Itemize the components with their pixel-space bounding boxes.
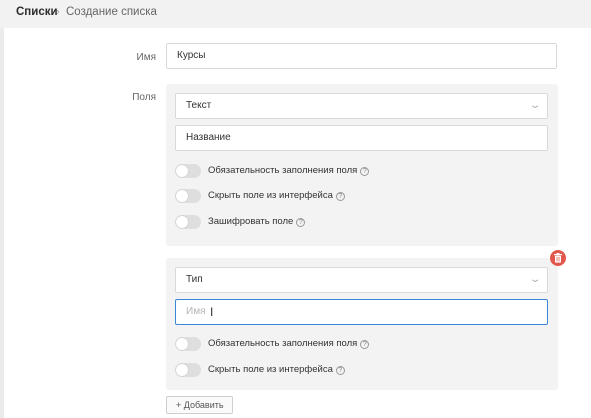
field-2-type-select[interactable]: Тип ⌄ xyxy=(175,267,548,293)
trash-icon xyxy=(554,253,562,263)
field-1-encrypt-text: Зашифровать поле xyxy=(208,216,294,227)
chevron-down-icon: ⌄ xyxy=(528,100,542,111)
breadcrumb-separator: › xyxy=(56,6,60,18)
toggle-knob xyxy=(176,190,188,202)
delete-field-button[interactable] xyxy=(550,250,566,266)
field-2-required-text: Обязательность заполнения поля xyxy=(208,338,358,349)
field-1-hide-toggle[interactable] xyxy=(175,189,201,203)
chevron-down-icon: ⌄ xyxy=(528,274,542,285)
help-icon[interactable]: ? xyxy=(296,218,306,227)
field-2-name-input[interactable]: Имя I xyxy=(175,299,548,325)
breadcrumb-lists-link[interactable]: Списки xyxy=(16,6,58,18)
toggle-knob xyxy=(176,165,188,177)
field-1-required-text: Обязательность заполнения поля xyxy=(208,165,358,176)
help-icon[interactable]: ? xyxy=(335,366,345,375)
toggle-knob xyxy=(176,338,188,350)
field-1-hide-label: Скрыть поле из интерфейса? xyxy=(208,189,345,203)
field-2-hide-text: Скрыть поле из интерфейса xyxy=(208,364,333,375)
field-1-required-label: Обязательность заполнения поля? xyxy=(208,164,370,178)
field-1-encrypt-toggle[interactable] xyxy=(175,215,201,229)
field-2-name-placeholder: Имя xyxy=(186,306,206,317)
field-1-hide-text: Скрыть поле из интерфейса xyxy=(208,190,333,201)
field-1-type-value: Текст xyxy=(186,100,212,111)
help-icon[interactable]: ? xyxy=(360,340,370,349)
text-cursor-icon: I xyxy=(210,305,214,319)
field-1-name-input[interactable]: Название xyxy=(175,125,548,151)
field-1-encrypt-label: Зашифровать поле? xyxy=(208,215,306,229)
field-2-type-value: Тип xyxy=(186,274,203,285)
toggle-knob xyxy=(176,216,188,228)
field-2-hide-label: Скрыть поле из интерфейса? xyxy=(208,363,345,377)
field-2-hide-toggle[interactable] xyxy=(175,363,201,377)
toggle-knob xyxy=(176,364,188,376)
field-1-required-toggle[interactable] xyxy=(175,164,201,178)
help-icon[interactable]: ? xyxy=(335,192,345,201)
list-name-value: Курсы xyxy=(177,50,206,61)
page: Списки › Создание списка Имя Курсы Поля … xyxy=(0,0,591,418)
add-field-button[interactable]: + Добавить xyxy=(166,396,233,414)
breadcrumb-current: Создание списка xyxy=(66,6,157,18)
breadcrumb: Списки › Создание списка xyxy=(0,0,591,28)
list-name-input[interactable]: Курсы xyxy=(166,43,557,69)
field-1-name-value: Название xyxy=(186,132,231,143)
name-label: Имя xyxy=(136,52,156,63)
help-icon[interactable]: ? xyxy=(360,167,370,176)
field-2-required-label: Обязательность заполнения поля? xyxy=(208,337,370,351)
fields-label: Поля xyxy=(132,92,156,103)
field-1-type-select[interactable]: Текст ⌄ xyxy=(175,93,548,119)
field-2-required-toggle[interactable] xyxy=(175,337,201,351)
